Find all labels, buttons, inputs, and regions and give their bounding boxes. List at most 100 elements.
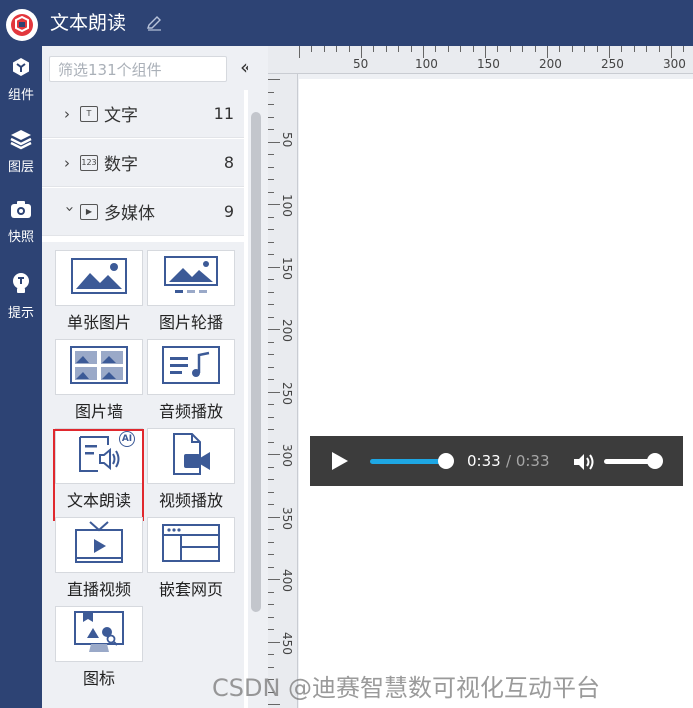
ruler-label: 250	[280, 381, 294, 405]
ruler-label: 300	[280, 444, 294, 467]
number-category-icon: 123	[80, 154, 98, 171]
tile-image-carousel[interactable]	[147, 250, 235, 306]
audio-icon	[161, 345, 221, 389]
ruler-tick	[323, 46, 325, 52]
ruler-label: 150	[280, 256, 294, 280]
ruler-tick	[596, 46, 598, 52]
category-label: 数字	[104, 155, 138, 175]
rail-item-components[interactable]: 组件	[0, 46, 42, 110]
current-time: 0:33	[467, 452, 501, 470]
tile-live-video[interactable]	[55, 517, 143, 573]
image-icon	[70, 257, 128, 299]
tile-single-image[interactable]	[55, 250, 143, 306]
duration: / 0:33	[506, 452, 550, 470]
volume-icon[interactable]	[572, 452, 596, 476]
tile-embedded-webpage[interactable]	[147, 517, 235, 573]
audio-player[interactable]: 0:33 / 0:33	[310, 436, 683, 486]
image-wall-icon	[69, 345, 129, 389]
live-tv-icon	[72, 520, 126, 570]
ruler-tick	[268, 141, 280, 143]
ruler-label: 200	[539, 57, 562, 71]
ruler-tick	[268, 316, 274, 318]
ruler-tick	[633, 46, 635, 52]
ruler-tick	[268, 604, 274, 605]
ruler-label: 200	[280, 319, 294, 342]
category-text[interactable]: › T 文字 11	[42, 90, 244, 138]
rail-item-snapshot[interactable]: 快照	[0, 190, 42, 254]
ruler-tick	[268, 554, 274, 555]
ruler-tick	[268, 129, 274, 130]
category-label: 多媒体	[104, 204, 155, 224]
design-canvas[interactable]	[299, 79, 693, 708]
ruler-tick	[447, 46, 449, 52]
tile-image-wall[interactable]	[55, 339, 143, 395]
ruler-tick	[268, 79, 280, 80]
title-bar: 文本朗读	[0, 0, 693, 46]
ruler-tick	[268, 191, 274, 193]
chevron-down-icon: ›	[61, 205, 79, 212]
ruler-tick	[268, 254, 274, 255]
progress-bar[interactable]	[370, 459, 448, 464]
tile-icon-library[interactable]	[55, 606, 143, 662]
category-media[interactable]: › ▶ 多媒体 9	[42, 188, 244, 236]
ruler-tick	[268, 504, 274, 505]
ruler-tick	[509, 46, 511, 52]
layers-icon	[9, 128, 33, 154]
ruler-tick	[268, 516, 280, 518]
ruler-tick	[268, 379, 274, 380]
scrollbar-thumb[interactable]	[251, 112, 261, 612]
panel-scrollbar[interactable]	[248, 46, 266, 708]
ruler-tick	[268, 616, 274, 618]
ruler-label: 50	[353, 57, 369, 71]
ruler-tick	[268, 166, 274, 168]
tile-label: 视频播放	[158, 491, 223, 510]
tile-video-player[interactable]	[147, 428, 235, 484]
rail-item-tips[interactable]: 提示	[0, 262, 42, 326]
ruler-label: 350	[280, 506, 294, 530]
volume-bar[interactable]	[604, 459, 652, 464]
icon-library-icon	[69, 610, 129, 658]
selection-highlight	[53, 429, 144, 521]
category-count: 9	[223, 202, 234, 221]
app-logo-icon[interactable]	[6, 9, 38, 41]
ruler-tick	[268, 566, 274, 568]
ruler-tick	[268, 354, 274, 355]
ruler-tick	[268, 229, 274, 230]
ruler-tick	[268, 441, 274, 443]
ruler-tick	[373, 46, 375, 52]
ruler-tick	[268, 204, 280, 205]
lightbulb-icon	[11, 272, 31, 300]
ruler-tick	[385, 46, 387, 52]
ruler-tick	[268, 654, 274, 655]
tile-label: 嵌套网页	[158, 580, 223, 599]
ruler-tick	[268, 416, 274, 418]
edit-pencil-icon[interactable]	[146, 15, 162, 35]
ruler-tick	[268, 179, 274, 180]
category-number[interactable]: › 123 数字 8	[42, 139, 244, 187]
watermark: CSDN @迪赛智慧数可视化互动平台	[212, 674, 601, 702]
ruler-label: 300	[663, 57, 686, 71]
ruler-tick	[268, 241, 274, 243]
ruler-vertical: 50 100 150 200 250 300 350 400 450	[268, 74, 298, 708]
volume-knob[interactable]	[647, 453, 663, 469]
ruler-tick	[460, 46, 462, 52]
tile-label: 图片轮播	[158, 313, 223, 332]
ruler-tick	[268, 304, 274, 305]
progress-knob[interactable]	[438, 453, 454, 469]
ruler-tick	[268, 591, 274, 593]
rail-item-layers[interactable]: 图层	[0, 118, 42, 182]
ruler-tick	[268, 116, 274, 118]
ruler-tick	[268, 404, 274, 405]
chevron-right-icon: ›	[64, 104, 70, 123]
ruler-tick	[584, 46, 586, 52]
ruler-tick	[268, 216, 274, 218]
ruler-label: 250	[601, 57, 624, 71]
play-icon[interactable]	[332, 452, 348, 470]
cube-icon	[10, 56, 32, 82]
rail-label: 图层	[7, 160, 34, 175]
ruler-tick	[268, 491, 274, 493]
ruler-horizontal: 50 100 150 200 250 300	[268, 46, 693, 74]
ruler-tick	[268, 641, 280, 643]
tile-audio-player[interactable]	[147, 339, 235, 395]
component-filter-input[interactable]: 筛选131个组件	[49, 56, 227, 82]
